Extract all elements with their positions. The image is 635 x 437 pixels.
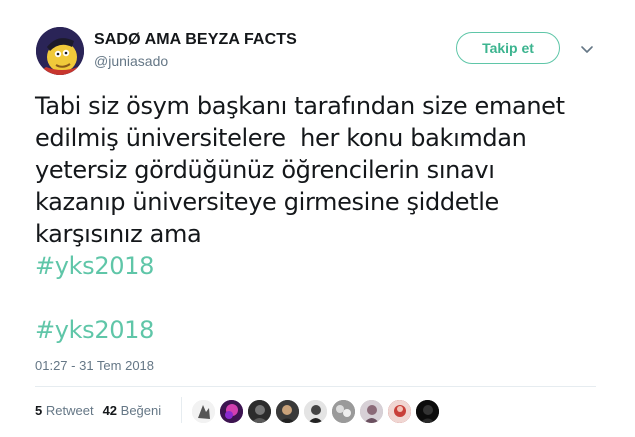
like-count: 42 <box>102 403 118 418</box>
retweet-count: 5 <box>35 403 43 418</box>
divider <box>35 386 596 387</box>
hashtag-link[interactable]: #yks2018 <box>35 250 610 282</box>
hashtag-link[interactable]: #yks2018 <box>35 314 610 346</box>
tweet-line: edilmiş üniversitelere her konu bakımdan <box>35 124 527 152</box>
liker-avatar[interactable] <box>387 399 412 424</box>
user-avatar[interactable] <box>36 27 84 75</box>
tweet-line: karşısınız ama <box>35 220 202 248</box>
like-label: Beğeni <box>120 403 162 418</box>
tweet-line: yetersiz gördüğünüz öğrencilerin sınavı <box>35 156 495 184</box>
liker-avatar[interactable] <box>303 399 328 424</box>
tweet-line: kazanıp üniversiteye girmesine şiddetle <box>35 188 499 216</box>
chevron-down-icon[interactable] <box>578 40 596 58</box>
follow-button[interactable]: Takip et <box>456 32 560 64</box>
liker-avatar[interactable] <box>415 399 440 424</box>
cartoon-avatar-icon <box>36 27 84 75</box>
liker-avatar[interactable] <box>359 399 384 424</box>
user-handle[interactable]: @juniasado <box>94 53 168 69</box>
liker-avatar[interactable] <box>247 399 272 424</box>
liker-avatar[interactable] <box>219 399 244 424</box>
liker-avatar[interactable] <box>331 399 356 424</box>
retweet-label: Retweet <box>45 403 94 418</box>
tweet-text: Tabi siz ösym başkanı tarafından size em… <box>35 90 610 346</box>
engagement-stats: 5 Retweet 42 Beğeni <box>35 403 161 418</box>
liker-avatar[interactable] <box>275 399 300 424</box>
liker-avatar[interactable] <box>191 399 216 424</box>
display-name[interactable]: SADØ AMA BEYZA FACTS <box>94 31 297 49</box>
tweet-timestamp[interactable]: 01:27 - 31 Tem 2018 <box>35 358 154 373</box>
like-stat[interactable]: 42 Beğeni <box>103 403 162 418</box>
tweet-line: Tabi siz ösym başkanı tarafından size em… <box>35 92 565 120</box>
divider <box>181 397 182 423</box>
retweet-stat[interactable]: 5 Retweet <box>35 403 94 418</box>
